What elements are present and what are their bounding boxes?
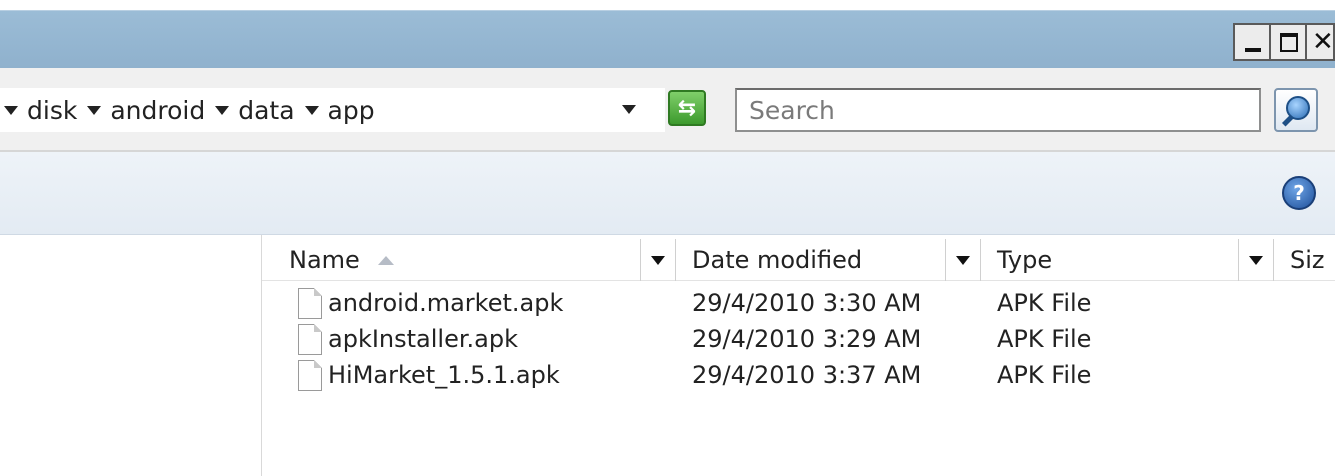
file-icon — [298, 323, 322, 355]
search-input[interactable] — [747, 94, 1259, 126]
table-row[interactable]: android.market.apk 29/4/2010 3:30 AM APK… — [262, 285, 1335, 321]
breadcrumb-item-disk[interactable]: disk — [27, 96, 77, 125]
chevron-down-icon — [1249, 255, 1263, 265]
window-controls: ✕ — [1233, 23, 1335, 61]
chevron-down-icon[interactable] — [304, 105, 319, 115]
breadcrumb-item-data[interactable]: data — [238, 96, 294, 125]
help-button[interactable]: ? — [1282, 176, 1316, 210]
file-icon — [298, 359, 322, 391]
column-name-filter-button[interactable] — [640, 239, 676, 281]
file-name: android.market.apk — [328, 289, 564, 317]
close-icon: ✕ — [1312, 27, 1334, 57]
file-name-cell[interactable]: HiMarket_1.5.1.apk — [262, 359, 676, 391]
address-bar: disk android data app ⇆ — [0, 68, 1335, 152]
column-type-label: Type — [997, 246, 1053, 274]
file-type: APK File — [997, 361, 1092, 389]
help-icon: ? — [1293, 181, 1305, 205]
file-type: APK File — [997, 325, 1092, 353]
magnifier-handle-icon — [1281, 114, 1295, 127]
refresh-arrows-icon: ⇆ — [677, 95, 697, 121]
maximize-icon — [1280, 33, 1298, 52]
column-header-type[interactable]: Type — [981, 239, 1274, 281]
search-field[interactable] — [735, 88, 1261, 132]
column-header-size[interactable]: Siz — [1274, 239, 1335, 281]
breadcrumb[interactable]: disk android data app — [0, 88, 665, 132]
file-rows: android.market.apk 29/4/2010 3:30 AM APK… — [262, 285, 1335, 393]
column-size-label: Siz — [1290, 246, 1325, 274]
table-row[interactable]: apkInstaller.apk 29/4/2010 3:29 AM APK F… — [262, 321, 1335, 357]
file-name: HiMarket_1.5.1.apk — [328, 361, 560, 389]
minimize-icon — [1245, 48, 1261, 52]
file-name-cell[interactable]: apkInstaller.apk — [262, 323, 676, 355]
file-date: 29/4/2010 3:30 AM — [692, 289, 922, 317]
breadcrumb-item-android[interactable]: android — [110, 96, 205, 125]
chevron-down-icon[interactable] — [215, 105, 230, 115]
refresh-button[interactable]: ⇆ — [668, 90, 706, 126]
sort-ascending-icon — [377, 255, 394, 265]
maximize-button[interactable] — [1269, 23, 1305, 61]
file-icon — [298, 287, 322, 319]
file-date: 29/4/2010 3:37 AM — [692, 361, 922, 389]
chevron-down-icon — [651, 255, 665, 265]
column-name-label: Name — [289, 246, 360, 274]
chevron-down-icon[interactable] — [4, 105, 18, 115]
file-date: 29/4/2010 3:29 AM — [692, 325, 922, 353]
chevron-down-icon[interactable] — [87, 105, 102, 115]
minimize-button[interactable] — [1233, 23, 1269, 61]
search-button[interactable] — [1274, 88, 1318, 132]
file-list[interactable]: Name Date modified Type Siz android.mark… — [262, 235, 1335, 476]
breadcrumb-item-app[interactable]: app — [328, 96, 375, 125]
navigation-pane[interactable] — [0, 235, 262, 476]
title-bar: ✕ — [0, 10, 1335, 68]
column-header-row: Name Date modified Type Siz — [262, 239, 1335, 281]
column-date-filter-button[interactable] — [945, 239, 981, 281]
file-type: APK File — [997, 289, 1092, 317]
chevron-down-icon — [956, 255, 970, 265]
column-date-label: Date modified — [692, 246, 863, 274]
file-name-cell[interactable]: android.market.apk — [262, 287, 676, 319]
address-history-dropdown-icon[interactable] — [622, 105, 636, 114]
column-type-filter-button[interactable] — [1238, 239, 1274, 281]
command-bar: ? — [0, 152, 1335, 235]
file-name: apkInstaller.apk — [328, 325, 518, 353]
close-button[interactable]: ✕ — [1305, 23, 1335, 61]
column-header-date-modified[interactable]: Date modified — [676, 239, 981, 281]
column-header-name[interactable]: Name — [262, 239, 676, 281]
table-row[interactable]: HiMarket_1.5.1.apk 29/4/2010 3:37 AM APK… — [262, 357, 1335, 393]
